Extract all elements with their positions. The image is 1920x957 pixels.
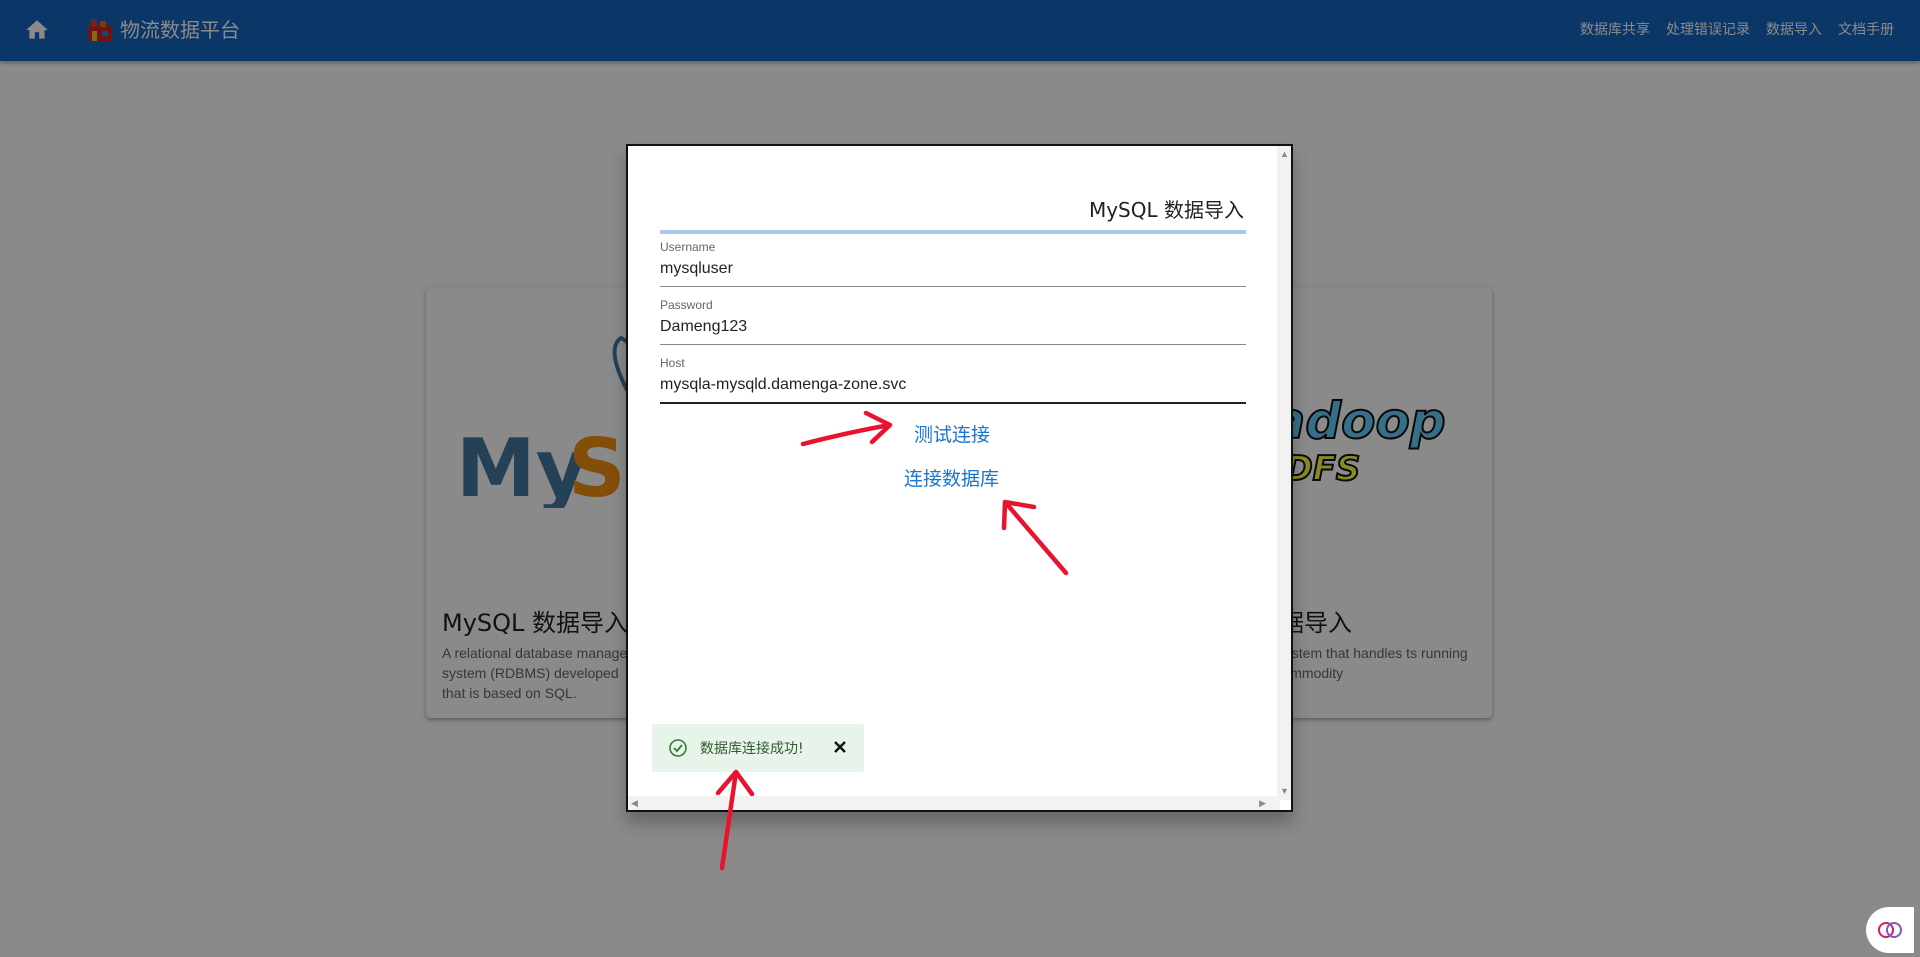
scroll-down-icon[interactable]: ▼ <box>1280 786 1289 796</box>
username-label: Username <box>660 240 716 254</box>
host-field: Host <box>660 356 1246 404</box>
password-input[interactable] <box>660 314 1246 345</box>
success-toast: 数据库连接成功! <box>652 724 864 772</box>
toast-message: 数据库连接成功! <box>700 741 804 757</box>
assistant-fab[interactable] <box>1866 907 1914 953</box>
check-circle-icon <box>669 739 687 757</box>
host-label: Host <box>660 356 685 370</box>
mysql-import-dialog: MySQL 数据导入 Username Password Host 测试连接 连… <box>626 144 1293 812</box>
test-connection-button[interactable]: 测试连接 <box>914 420 990 447</box>
brain-icon <box>1878 922 1902 938</box>
password-field: Password <box>660 298 1246 345</box>
connect-database-button[interactable]: 连接数据库 <box>904 464 999 491</box>
close-icon[interactable] <box>830 737 850 757</box>
progress-divider <box>660 230 1246 234</box>
scroll-left-icon[interactable]: ◀ <box>631 798 638 808</box>
scroll-right-icon[interactable]: ▶ <box>1259 798 1266 808</box>
username-field: Username <box>660 240 1246 287</box>
dialog-title: MySQL 数据导入 <box>1088 198 1244 222</box>
username-input[interactable] <box>660 256 1246 287</box>
password-label: Password <box>660 298 713 312</box>
scroll-up-icon[interactable]: ▲ <box>1280 149 1289 159</box>
host-input[interactable] <box>660 372 1246 404</box>
vertical-scrollbar[interactable]: ▲ ▼ <box>1277 146 1291 800</box>
horizontal-scrollbar[interactable]: ◀ ▶ <box>628 796 1280 810</box>
